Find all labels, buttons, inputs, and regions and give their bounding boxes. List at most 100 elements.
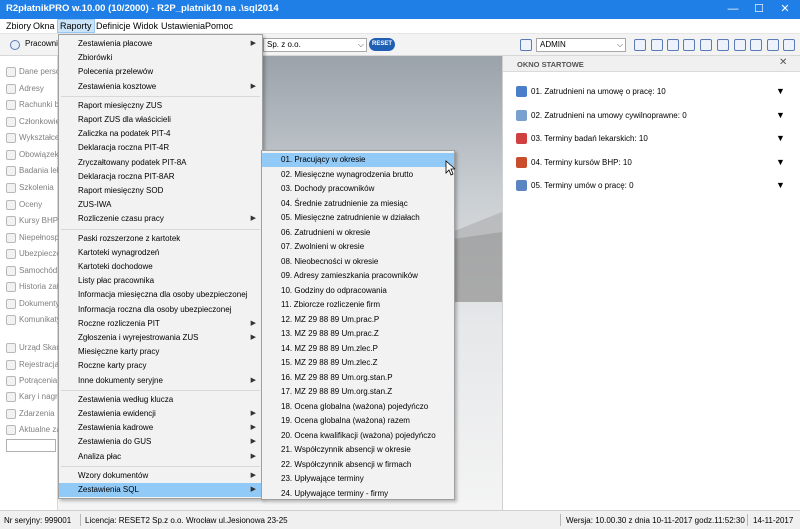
raporty-menu-item[interactable]: Raport miesięczny SOD bbox=[59, 184, 262, 198]
save-icon[interactable] bbox=[634, 39, 646, 51]
calendar-icon[interactable] bbox=[683, 39, 695, 51]
print-icon[interactable] bbox=[651, 39, 663, 51]
raporty-menu-item[interactable]: Zestawienia kadrowe ▶ bbox=[59, 421, 262, 435]
nav-item[interactable]: Niepełnosp bbox=[0, 231, 58, 245]
sql-report-item[interactable]: 04. Średnie zatrudnienie za miesiąc bbox=[262, 197, 454, 211]
raporty-menu-item[interactable]: Deklaracja roczna PIT-8AR bbox=[59, 170, 262, 184]
list-icon[interactable] bbox=[717, 39, 729, 51]
raporty-menu-item[interactable]: Deklaracja roczna PIT-4R bbox=[59, 141, 262, 155]
nav-item[interactable]: Zdarzenia bbox=[0, 407, 58, 421]
user-group-icon[interactable] bbox=[520, 39, 532, 51]
raporty-menu-item[interactable]: Roczne rozliczenia PIT ▶ bbox=[59, 317, 262, 331]
raporty-menu-item[interactable]: Zgłoszenia i wyrejestrowania ZUS ▶ bbox=[59, 331, 262, 345]
raporty-menu-item[interactable]: Zestawienia SQL ▶ bbox=[59, 483, 262, 498]
menu-widok[interactable]: Widok bbox=[133, 21, 158, 31]
nav-item[interactable]: Członkowie bbox=[0, 115, 58, 129]
raporty-menu-item[interactable]: Informacja roczna dla osoby ubezpieczone… bbox=[59, 303, 262, 317]
nav-search-input[interactable] bbox=[6, 439, 56, 452]
close-icon[interactable]: ✕ bbox=[779, 57, 787, 68]
menu-zbiory[interactable]: Zbiory bbox=[6, 21, 31, 31]
sql-report-item[interactable]: 22. Współczynnik absencji w firmach bbox=[262, 458, 454, 472]
sql-report-item[interactable]: 03. Dochody pracowników bbox=[262, 182, 454, 196]
sql-report-item[interactable]: 01. Pracujący w okresie bbox=[262, 153, 454, 168]
calculator-icon[interactable] bbox=[734, 39, 746, 51]
dropdown-arrow-icon[interactable]: ▼ bbox=[776, 86, 785, 96]
raporty-menu-item[interactable]: Zestawienia ewidencji ▶ bbox=[59, 407, 262, 421]
nav-item[interactable]: Wykształce bbox=[0, 131, 58, 145]
sql-report-item[interactable]: 21. Współczynnik absencji w okresie bbox=[262, 443, 454, 457]
raporty-menu-item[interactable]: Paski rozszerzone z kartotek bbox=[59, 232, 262, 246]
menu-raporty[interactable]: Raporty bbox=[57, 19, 95, 33]
company-select[interactable]: Sp. z o.o. ⌵ bbox=[263, 38, 367, 52]
raporty-menu-item[interactable]: Listy płac pracownika bbox=[59, 274, 262, 288]
start-row[interactable]: 02. Zatrudnieni na umowy cywilnoprawne: … bbox=[503, 110, 800, 124]
sql-report-item[interactable]: 18. Ocena globalna (ważona) pojedyńczo bbox=[262, 400, 454, 414]
raporty-menu-item[interactable]: Zestawienia według klucza bbox=[59, 393, 262, 407]
nav-item[interactable]: Dane person bbox=[0, 65, 58, 79]
sql-report-item[interactable]: 13. MZ 29 88 89 Um.prac.Z bbox=[262, 327, 454, 341]
raporty-menu-item[interactable]: Kartoteki wynagrodzeń bbox=[59, 246, 262, 260]
sql-report-item[interactable]: 14. MZ 29 88 89 Um.zlec.P bbox=[262, 342, 454, 356]
nav-item[interactable]: Samochód p bbox=[0, 264, 58, 278]
nav-item[interactable]: Ubezpiecze bbox=[0, 247, 58, 261]
minimize-icon[interactable]: — bbox=[720, 1, 746, 18]
raporty-menu-item[interactable]: Analiza płac ▶ bbox=[59, 450, 262, 464]
chat-icon[interactable] bbox=[700, 39, 712, 51]
raporty-menu-item[interactable]: ZUS-IWA bbox=[59, 198, 262, 212]
maximize-icon[interactable]: ☐ bbox=[746, 1, 772, 18]
raporty-menu-item[interactable]: Kartoteki dochodowe bbox=[59, 260, 262, 274]
start-row[interactable]: 05. Terminy umów o pracę: 0 ▼ bbox=[503, 180, 800, 194]
raporty-menu-item[interactable]: Polecenia przelewów bbox=[59, 65, 262, 79]
menu-ustawienia[interactable]: Ustawienia bbox=[161, 21, 205, 31]
sql-report-item[interactable]: 20. Ocena kwalifikacji (ważona) pojedyńc… bbox=[262, 429, 454, 443]
nav-item[interactable]: Oceny bbox=[0, 198, 58, 212]
nav-item[interactable]: Obowiązek bbox=[0, 148, 58, 162]
nav-item[interactable]: Rejestracja bbox=[0, 358, 58, 372]
start-row[interactable]: 03. Terminy badań lekarskich: 10 ▼ bbox=[503, 133, 800, 147]
raporty-menu-item[interactable]: Roczne karty pracy bbox=[59, 359, 262, 373]
sql-report-item[interactable]: 17. MZ 29 88 89 Um.org.stan.Z bbox=[262, 385, 454, 399]
menu-definicje[interactable]: Definicje bbox=[96, 21, 131, 31]
sql-report-item[interactable]: 05. Miesięczne zatrudnienie w działach bbox=[262, 211, 454, 225]
sql-report-item[interactable]: 23. Upływające terminy bbox=[262, 472, 454, 486]
help-icon[interactable] bbox=[767, 39, 779, 51]
raporty-menu-item[interactable]: Zestawienia do GUS ▶ bbox=[59, 435, 262, 449]
nav-item[interactable]: Historia zat bbox=[0, 280, 58, 294]
dropdown-arrow-icon[interactable]: ▼ bbox=[776, 110, 785, 120]
nav-item[interactable]: Kursy BHP bbox=[0, 214, 58, 228]
sql-report-item[interactable]: 16. MZ 29 88 89 Um.org.stan.P bbox=[262, 371, 454, 385]
nav-item[interactable]: Adresy bbox=[0, 82, 58, 96]
tools-icon[interactable] bbox=[667, 39, 679, 51]
user-select[interactable]: ADMIN ⌵ bbox=[536, 38, 626, 52]
dropdown-arrow-icon[interactable]: ▼ bbox=[776, 157, 785, 167]
nav-item[interactable]: Szkolenia bbox=[0, 181, 58, 195]
sql-report-item[interactable]: 15. MZ 29 88 89 Um.zlec.Z bbox=[262, 356, 454, 370]
settings-icon[interactable] bbox=[750, 39, 762, 51]
raporty-menu-item[interactable]: Zbiorówki bbox=[59, 51, 262, 65]
raporty-menu-item[interactable]: Zryczałtowany podatek PIT-8A bbox=[59, 156, 262, 170]
nav-item[interactable]: Komunikaty bbox=[0, 313, 58, 327]
raporty-menu-item[interactable]: Zestawienia płacowe ▶ bbox=[59, 37, 262, 51]
sql-report-item[interactable]: 09. Adresy zamieszkania pracowników bbox=[262, 269, 454, 283]
raporty-menu-item[interactable]: Informacja miesięczna dla osoby ubezpiec… bbox=[59, 288, 262, 302]
nav-item[interactable]: Kary i nagro bbox=[0, 390, 58, 404]
sql-report-item[interactable]: 12. MZ 29 88 89 Um.prac.P bbox=[262, 313, 454, 327]
sql-report-item[interactable]: 06. Zatrudnieni w okresie bbox=[262, 226, 454, 240]
raporty-menu-item[interactable]: Zestawienia kosztowe ▶ bbox=[59, 80, 262, 94]
sql-report-item[interactable]: 11. Zbiorcze rozliczenie firm bbox=[262, 298, 454, 312]
dropdown-arrow-icon[interactable]: ▼ bbox=[776, 180, 785, 190]
raporty-menu-item[interactable]: Inne dokumenty seryjne ▶ bbox=[59, 374, 262, 388]
menu-okna[interactable]: Okna bbox=[33, 21, 55, 31]
nav-item[interactable]: Urząd Skarb bbox=[0, 341, 58, 355]
sql-report-item[interactable]: 07. Zwolnieni w okresie bbox=[262, 240, 454, 254]
raporty-menu-item[interactable]: Raport ZUS dla właścicieli bbox=[59, 113, 262, 127]
sql-report-item[interactable]: 02. Miesięczne wynagrodzenia brutto bbox=[262, 168, 454, 182]
raporty-menu-item[interactable]: Zaliczka na podatek PIT-4 bbox=[59, 127, 262, 141]
sql-report-item[interactable]: 19. Ocena globalna (ważona) razem bbox=[262, 414, 454, 428]
nav-item[interactable]: Rachunki b bbox=[0, 98, 58, 112]
menu-pomoc[interactable]: Pomoc bbox=[205, 21, 233, 31]
nav-item[interactable]: Potrącenia bbox=[0, 374, 58, 388]
raporty-menu-item[interactable]: Raport miesięczny ZUS bbox=[59, 99, 262, 113]
raporty-menu-item[interactable]: Miesięczne karty pracy bbox=[59, 345, 262, 359]
close-icon[interactable]: ✕ bbox=[772, 1, 798, 18]
